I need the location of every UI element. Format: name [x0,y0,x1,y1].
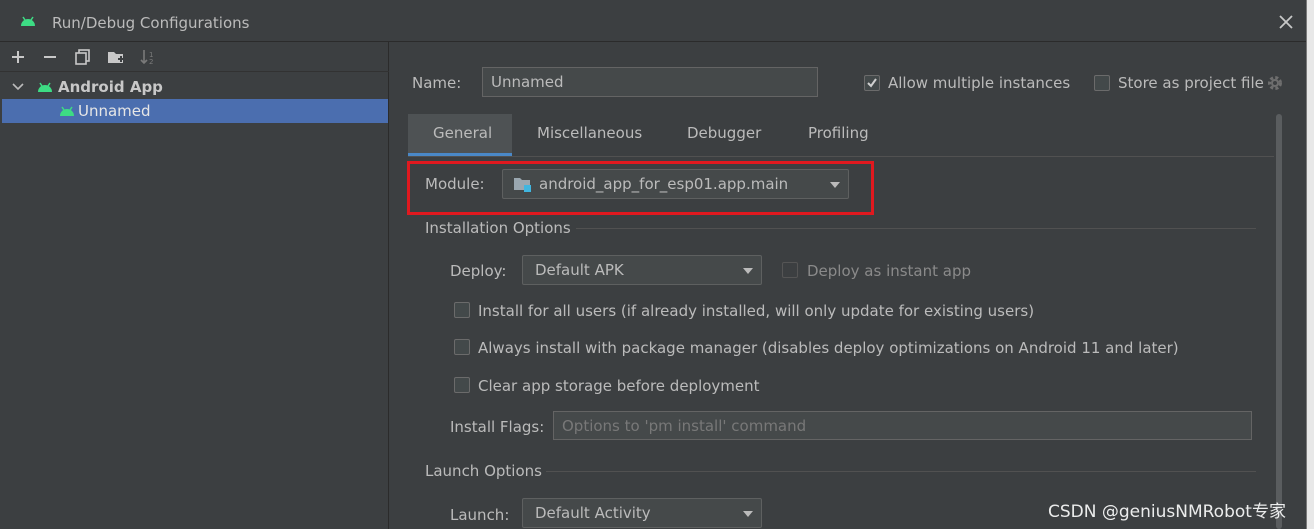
instant-app-checkbox[interactable] [782,262,798,278]
name-label: Name: [412,74,462,92]
clear-storage-checkbox[interactable] [454,377,470,393]
tree-node-label: Android App [58,78,163,96]
module-dropdown[interactable]: android_app_for_esp01.app.main [502,169,849,199]
store-project-label: Store as project file [1118,74,1264,92]
instant-app-label: Deploy as instant app [807,262,972,280]
install-all-users-label: Install for all users (if already instal… [478,302,1035,320]
launch-value: Default Activity [535,504,651,522]
tab-selected-indicator [408,153,512,156]
tab-miscellaneous[interactable]: Miscellaneous [537,124,642,142]
svg-text:2: 2 [149,58,153,66]
background-window-edge [1306,0,1314,529]
allow-multiple-label: Allow multiple instances [888,74,1071,92]
deploy-dropdown[interactable]: Default APK [522,255,762,285]
launch-dropdown[interactable]: Default Activity [522,498,762,528]
launch-options-title: Launch Options [425,462,542,480]
section-divider [576,228,1256,229]
tab-debugger[interactable]: Debugger [687,124,761,142]
module-label: Module: [425,175,485,193]
allow-multiple-checkbox[interactable] [864,75,880,91]
tree-node-label: Unnamed [78,102,151,120]
chevron-down-icon [743,268,753,274]
deploy-value: Default APK [535,261,624,279]
tree-node-unnamed[interactable]: Unnamed [2,99,388,123]
package-manager-checkbox[interactable] [454,339,470,355]
install-all-users-checkbox[interactable] [454,302,470,318]
watermark: CSDN @geniusNMRobot专家 [1048,502,1286,522]
tree-node-android-app[interactable]: Android App [2,75,388,99]
remove-icon[interactable] [41,48,59,66]
name-field[interactable] [482,67,818,97]
chevron-down-icon [830,182,840,188]
install-flags-field[interactable] [553,411,1252,440]
chevron-down-icon [743,511,753,517]
sort-icon[interactable]: 1 2 [139,48,157,66]
android-icon [38,82,52,92]
checkmark-icon [867,78,877,88]
gear-icon[interactable] [1266,74,1284,92]
package-manager-label: Always install with package manager (dis… [478,339,1179,357]
tab-general[interactable]: General [433,124,492,142]
installation-options-title: Installation Options [425,219,571,237]
add-icon[interactable] [9,48,27,66]
install-flags-label: Install Flags: [450,418,545,436]
android-icon [60,106,74,116]
window-title: Run/Debug Configurations [52,14,250,32]
android-icon [21,16,35,26]
new-folder-icon[interactable] [107,48,125,66]
deploy-label: Deploy: [450,262,507,280]
module-value: android_app_for_esp01.app.main [539,175,789,193]
tabs-divider [408,156,1274,157]
module-folder-icon [514,178,531,192]
section-divider [546,471,1256,472]
tree-toolbar: 1 2 [0,42,389,72]
store-project-checkbox[interactable] [1094,75,1110,91]
clear-storage-label: Clear app storage before deployment [478,377,760,395]
title-bar: Run/Debug Configurations [0,0,1306,42]
chevron-down-icon[interactable] [12,83,24,91]
tab-profiling[interactable]: Profiling [808,124,869,142]
configurations-panel: 1 2 Android App Unnamed [0,42,389,529]
vertical-scrollbar[interactable] [1276,114,1282,529]
copy-icon[interactable] [74,48,92,66]
launch-label: Launch: [450,506,510,524]
configuration-editor: Name: Allow multiple instances Store as … [390,42,1306,529]
close-icon[interactable] [1276,12,1296,32]
